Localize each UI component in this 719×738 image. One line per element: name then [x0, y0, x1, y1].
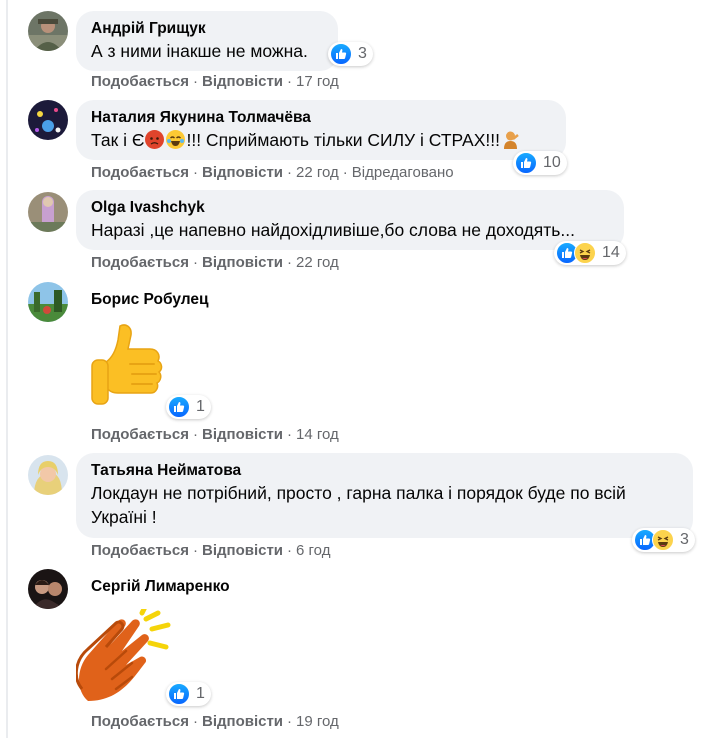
avatar[interactable]	[28, 11, 68, 51]
angry-face-icon	[145, 130, 165, 149]
avatar[interactable]	[28, 569, 68, 609]
comment-text-part: Так і Є	[91, 130, 145, 150]
comment-text: Так і Є !!! Сприймають тільки СИЛУ і СТРА…	[91, 128, 551, 152]
comment-bubble: Наталия Якунина Толмачёва Так і Є !!! Спр…	[76, 100, 566, 160]
comment-text: Наразі ,це напевно найдохідливіше,бо сло…	[91, 220, 575, 240]
comment: Сергій Лимаренко 1 Подобається · Відповіст…	[28, 569, 719, 734]
reactions-summary[interactable]: 1	[166, 395, 211, 419]
like-reaction-icon	[330, 43, 352, 65]
comment-actions: Подобається · Відповісти · 19 год	[91, 713, 339, 730]
comment: Татьяна Нейматова Локдаун не потрібний, …	[28, 453, 719, 563]
reactions-summary[interactable]: 14	[554, 241, 626, 265]
crying-laughing-face-icon	[166, 130, 186, 149]
reaction-count: 3	[358, 45, 367, 62]
clapping-hands-sticker[interactable]	[74, 602, 176, 708]
avatar[interactable]	[28, 282, 68, 322]
reaction-count: 1	[196, 685, 205, 702]
like-reaction-icon	[168, 683, 190, 705]
comment-actions: Подобається · Відповісти · 22 год	[91, 254, 339, 271]
reply-button[interactable]: Відповісти	[202, 713, 283, 730]
timestamp[interactable]: 19 год	[296, 713, 339, 730]
comment-text: А з ними інакше не можна.	[91, 41, 308, 61]
like-button[interactable]: Подобається	[91, 426, 189, 443]
comment: Olga Ivashchyk Наразі ,це напевно найдох…	[28, 190, 719, 274]
comment-actions: Подобається · Відповісти · 6 год	[91, 542, 331, 559]
author-name[interactable]: Борис Робулец	[91, 290, 209, 310]
timestamp[interactable]: 14 год	[296, 426, 339, 443]
reactions-summary[interactable]: 1	[166, 682, 211, 706]
comment-actions: Подобається · Відповісти · 17 год	[91, 73, 339, 90]
reactions-summary[interactable]: 10	[513, 151, 567, 175]
reply-button[interactable]: Відповісти	[202, 164, 283, 181]
avatar[interactable]	[28, 192, 68, 232]
edited-label[interactable]: Відредаговано	[352, 164, 454, 181]
like-button[interactable]: Подобається	[91, 254, 189, 271]
comment-bubble: Olga Ivashchyk Наразі ,це напевно найдох…	[76, 190, 624, 250]
person-gesturing-icon	[501, 130, 520, 149]
reply-button[interactable]: Відповісти	[202, 542, 283, 559]
avatar[interactable]	[28, 100, 68, 140]
reaction-count: 10	[543, 154, 561, 171]
comment-text: Локдаун не потрібний, просто , гарна пал…	[91, 483, 626, 527]
like-reaction-icon	[515, 152, 537, 174]
thread-line	[6, 0, 8, 738]
reaction-count: 1	[196, 398, 205, 415]
haha-reaction-icon	[652, 529, 674, 551]
comment-actions: Подобається · Відповісти · 14 год	[91, 426, 339, 443]
like-button[interactable]: Подобається	[91, 73, 189, 90]
author-name[interactable]: Татьяна Нейматова	[91, 461, 678, 481]
timestamp[interactable]: 22 год	[296, 254, 339, 271]
haha-reaction-icon	[574, 242, 596, 264]
timestamp[interactable]: 17 год	[296, 73, 339, 90]
comment: Андрій Грищук А з ними інакше не можна. …	[28, 11, 719, 91]
like-button[interactable]: Подобається	[91, 164, 189, 181]
reactions-summary[interactable]: 3	[632, 528, 695, 552]
reply-button[interactable]: Відповісти	[202, 254, 283, 271]
like-button[interactable]: Подобається	[91, 542, 189, 559]
timestamp[interactable]: 22 год	[296, 164, 339, 181]
author-name[interactable]: Андрій Грищук	[91, 19, 323, 39]
author-name[interactable]: Наталия Якунина Толмачёва	[91, 108, 551, 128]
reaction-count: 3	[680, 531, 689, 548]
like-reaction-icon	[168, 396, 190, 418]
comment: Борис Робулец 1 Подобається · Відповісти · 1…	[28, 282, 719, 448]
comment-text-part: !!! Сприймають тільки СИЛУ і СТРАХ!!!	[186, 130, 500, 150]
reactions-summary[interactable]: 3	[328, 42, 373, 66]
thumbs-up-sticker[interactable]	[90, 322, 166, 415]
reply-button[interactable]: Відповісти	[202, 73, 283, 90]
author-name[interactable]: Сергій Лимаренко	[91, 577, 230, 597]
like-button[interactable]: Подобається	[91, 713, 189, 730]
author-name[interactable]: Olga Ivashchyk	[91, 198, 609, 218]
reaction-count: 14	[602, 244, 620, 261]
comment-actions: Подобається · Відповісти · 22 год · Відредагов…	[91, 164, 454, 181]
comment-bubble: Татьяна Нейматова Локдаун не потрібний, …	[76, 453, 693, 538]
reply-button[interactable]: Відповісти	[202, 426, 283, 443]
timestamp[interactable]: 6 год	[296, 542, 330, 559]
comment: Наталия Якунина Толмачёва Так і Є !!! Спр…	[28, 100, 719, 184]
comment-bubble: Андрій Грищук А з ними інакше не можна.	[76, 11, 338, 71]
avatar[interactable]	[28, 455, 68, 495]
